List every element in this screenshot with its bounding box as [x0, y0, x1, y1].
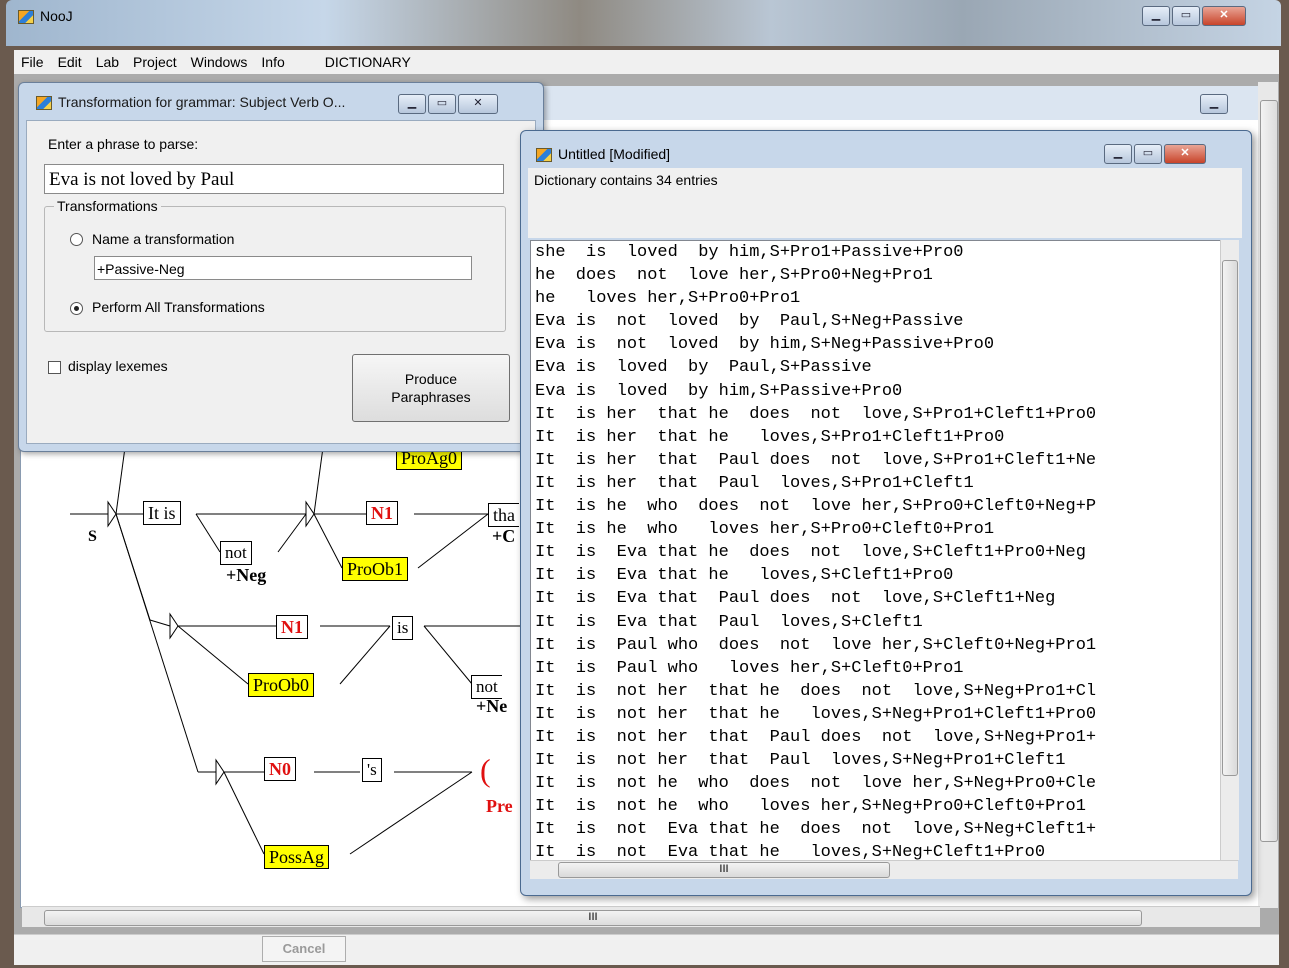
maximize-icon[interactable]: ▭	[1134, 144, 1162, 164]
graph-node-n0[interactable]: N0	[264, 757, 296, 781]
dictionary-line: It is he who loves her,S+Pro0+Cleft0+Pro…	[535, 520, 995, 540]
perform-all-transformations-radio[interactable]	[70, 302, 83, 315]
name-transformation-label: Name a transformation	[92, 231, 235, 247]
minimize-icon[interactable]: ▁	[1142, 6, 1170, 26]
dictionary-line: It is Paul who does not love her,S+Cleft…	[535, 635, 1097, 655]
dictionary-line: Eva is loved by Paul,S+Passive	[535, 358, 872, 378]
dictionary-line: It is not he who does not love her,S+Neg…	[535, 774, 1097, 794]
graph-paren: (	[480, 752, 491, 788]
graph-output-neg: +Neg	[226, 565, 267, 585]
menu-windows[interactable]: Windows	[184, 54, 255, 70]
display-lexemes-label: display lexemes	[68, 358, 168, 374]
dictionary-line: It is her that Paul loves,S+Pro1+Cleft1	[535, 473, 974, 493]
menu-dictionary[interactable]: DICTIONARY	[318, 54, 418, 70]
phrase-prompt-label: Enter a phrase to parse:	[48, 136, 199, 152]
close-icon[interactable]: ✕	[1202, 6, 1246, 26]
transformation-window-title-text: Transformation for grammar: Subject Verb…	[58, 94, 346, 110]
dictionary-line: It is not her that he loves,S+Neg+Pro1+C…	[535, 704, 1097, 724]
graph-node-is[interactable]: is	[392, 616, 414, 640]
close-icon[interactable]: ✕	[458, 94, 498, 114]
dictionary-line: he does not love her,S+Pro0+Neg+Pro1	[535, 266, 933, 286]
display-lexemes-checkbox[interactable]	[48, 361, 61, 374]
cancel-button[interactable]: Cancel	[262, 936, 346, 962]
transformation-window-controls: ▁ ▭ ✕	[398, 94, 498, 114]
produce-paraphrases-button[interactable]: Produce Paraphrases	[352, 354, 510, 422]
main-vertical-scroll-thumb[interactable]	[1260, 100, 1278, 842]
menu-info[interactable]: Info	[254, 54, 291, 70]
dictionary-window-title-text: Untitled [Modified]	[558, 146, 671, 162]
dictionary-line: It is Paul who loves her,S+Cleft0+Pro1	[535, 658, 964, 678]
dictionary-line: It is Eva that he loves,S+Cleft1+Pro0	[535, 566, 954, 586]
graph-output-c: +C	[492, 526, 516, 546]
dictionary-horizontal-scroll-thumb[interactable]: III	[558, 862, 890, 878]
dictionary-line: It is not he who loves her,S+Neg+Pro0+Cl…	[535, 797, 1086, 817]
dictionary-window-title: Untitled [Modified]	[536, 146, 671, 163]
main-horizontal-scroll-thumb[interactable]: III	[44, 910, 1142, 926]
maximize-icon[interactable]: ▭	[1172, 6, 1200, 26]
main-title-bar	[6, 0, 1281, 46]
dictionary-window-controls: ▁ ▭ ✕	[1104, 144, 1206, 164]
main-title-text: NooJ	[40, 8, 73, 24]
dictionary-line: Eva is not loved by Paul,S+Neg+Passive	[535, 312, 964, 332]
dictionary-vertical-scroll-thumb[interactable]	[1222, 260, 1238, 776]
dictionary-line: It is her that Paul does not love,S+Pro1…	[535, 450, 1097, 470]
transformation-window-icon	[36, 96, 52, 111]
phrase-input[interactable]: Eva is not loved by Paul	[44, 164, 504, 194]
minimize-icon[interactable]: ▁	[398, 94, 426, 114]
dictionary-window-icon	[536, 148, 552, 163]
dictionary-line: It is Eva that Paul loves,S+Cleft1	[535, 612, 923, 632]
graph-edges	[70, 440, 530, 855]
dictionary-line: It is Eva that Paul does not love,S+Clef…	[535, 589, 1056, 609]
dictionary-line: It is her that he loves,S+Pro1+Cleft1+Pr…	[535, 427, 1005, 447]
menu-bar: File Edit Lab Project Windows Info DICTI…	[14, 50, 1279, 75]
transformation-window-title: Transformation for grammar: Subject Verb…	[36, 94, 346, 111]
perform-all-transformations-label: Perform All Transformations	[92, 299, 265, 315]
graph-output-neg-second: +Ne	[476, 696, 508, 716]
menu-file[interactable]: File	[14, 54, 51, 70]
transformations-group-label: Transformations	[54, 198, 161, 214]
dictionary-line: It is not her that Paul loves,S+Neg+Pro1…	[535, 751, 1066, 771]
graph-node-s-possessive[interactable]: 's	[362, 758, 382, 782]
graph-node-proob0[interactable]: ProOb0	[248, 673, 315, 697]
graph-node-possag[interactable]: PossAg	[264, 845, 330, 869]
graph-node-that[interactable]: tha	[488, 503, 519, 527]
dictionary-entry-count: Dictionary contains 34 entries	[534, 172, 718, 188]
dictionary-line: he loves her,S+Pro0+Pro1	[535, 289, 801, 309]
menu-edit[interactable]: Edit	[51, 54, 89, 70]
dictionary-info-panel: Dictionary contains 34 entries	[528, 168, 1242, 238]
dictionary-line: Eva is not loved by him,S+Neg+Passive+Pr…	[535, 335, 995, 355]
status-bar	[14, 934, 1279, 965]
dictionary-line: It is he who does not love her,S+Pro0+Cl…	[535, 497, 1097, 517]
dictionary-text-area[interactable]: she is loved by him,S+Pro1+Passive+Pro0 h…	[530, 240, 1222, 862]
menu-lab[interactable]: Lab	[89, 54, 126, 70]
menu-project[interactable]: Project	[126, 54, 184, 70]
graph-node-proob1[interactable]: ProOb1	[342, 557, 409, 581]
graph-node-n1[interactable]: N1	[366, 501, 398, 525]
maximize-icon[interactable]: ▭	[428, 94, 456, 114]
dictionary-line: Eva is loved by him,S+Passive+Pro0	[535, 381, 903, 401]
graph-node-it-is[interactable]: It is	[143, 501, 181, 525]
close-icon[interactable]: ✕	[1164, 144, 1206, 164]
dictionary-line: It is Eva that he does not love,S+Cleft1…	[535, 543, 1086, 563]
dictionary-line: It is not Eva that he does not love,S+Ne…	[535, 820, 1097, 840]
dictionary-line: she is loved by him,S+Pro1+Passive+Pro0	[535, 243, 964, 262]
dictionary-line: It is her that he does not love,S+Pro1+C…	[535, 404, 1097, 424]
dictionary-line: It is not Eva that he loves,S+Neg+Cleft1…	[535, 843, 1046, 862]
transformation-name-input[interactable]: +Passive-Neg	[94, 256, 472, 280]
graph-axiom-s: S	[88, 528, 97, 545]
graph-node-n1-second[interactable]: N1	[276, 615, 308, 639]
graph-minimize-icon[interactable]: ▁	[1200, 94, 1228, 114]
dictionary-line: It is not her that Paul does not love,S+…	[535, 727, 1097, 747]
graph-label-pre: Pre	[486, 796, 513, 816]
main-window-title: NooJ	[18, 8, 73, 34]
nooj-app-icon	[18, 10, 34, 25]
minimize-icon[interactable]: ▁	[1104, 144, 1132, 164]
name-transformation-radio[interactable]	[70, 233, 83, 246]
graph-node-not[interactable]: not	[220, 541, 252, 565]
dictionary-line: It is not her that he does not love,S+Ne…	[535, 681, 1097, 701]
main-window-controls: ▁ ▭ ✕	[1142, 6, 1246, 26]
